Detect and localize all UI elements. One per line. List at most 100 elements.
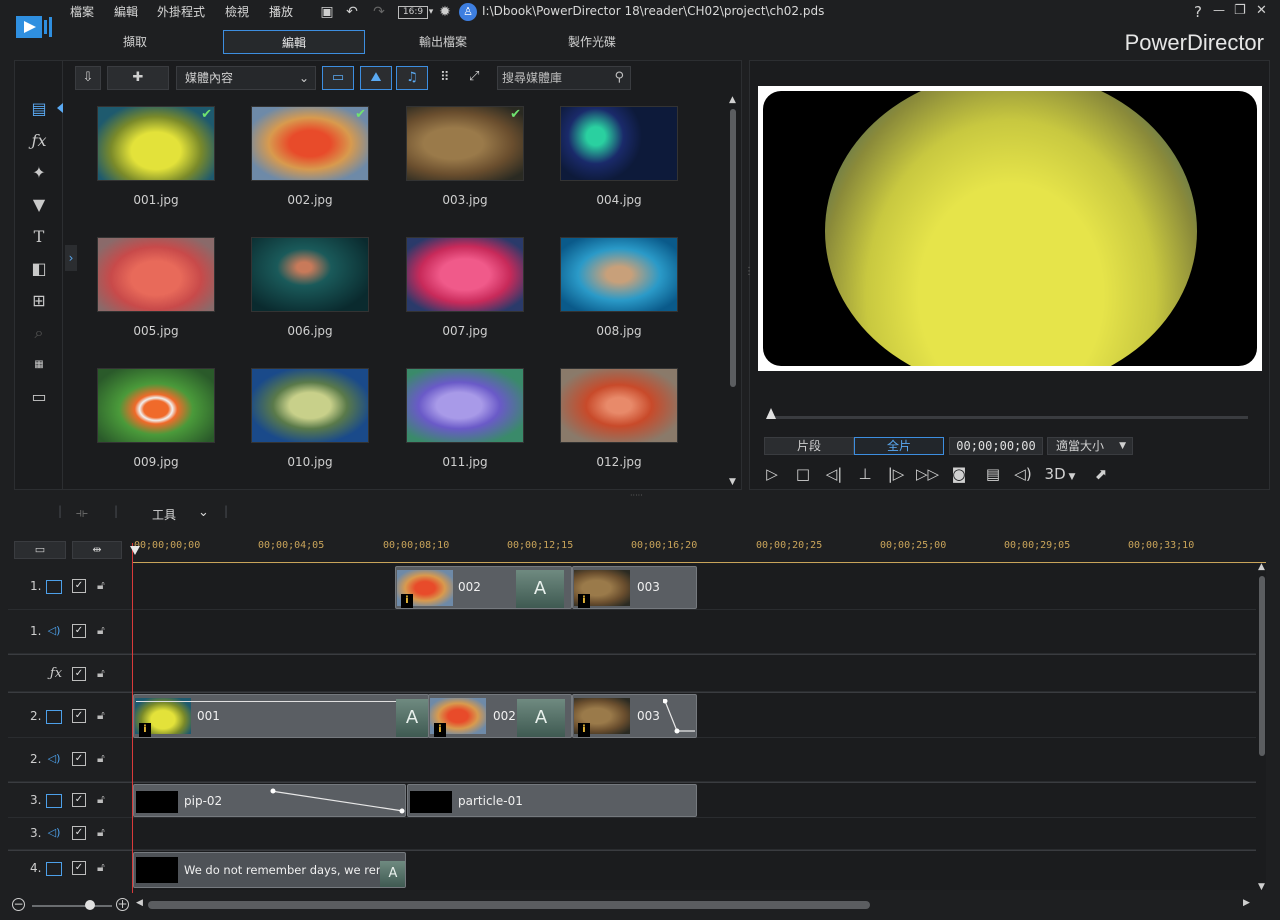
transition-icon[interactable]: A — [516, 570, 564, 608]
track-enable-checkbox[interactable]: ✓ — [72, 709, 86, 723]
library-search-input[interactable]: 搜尋媒體庫 ⚲ — [497, 66, 631, 90]
media-content-dropdown[interactable]: 媒體內容 ⌄ — [176, 66, 316, 90]
scrollbar-thumb[interactable] — [1259, 576, 1265, 756]
splitter-handle[interactable]: ····· — [630, 491, 643, 500]
timecode-field[interactable]: 00;00;00;00 — [949, 437, 1043, 455]
menu-edit[interactable]: 編輯 — [114, 3, 138, 20]
snapshot-icon[interactable]: ◙ — [948, 463, 970, 485]
clip-mode-button[interactable]: 片段 — [764, 437, 854, 455]
scroll-up-icon[interactable]: ▲ — [729, 95, 736, 105]
zoom-out-icon[interactable]: − — [12, 898, 25, 911]
timeline-clip[interactable]: We do not remember days, we remember mom… — [133, 852, 406, 888]
track-enable-checkbox[interactable]: ✓ — [72, 624, 86, 638]
redo-icon[interactable]: ↷ — [370, 3, 388, 21]
expand-panel-button[interactable]: › — [65, 245, 77, 271]
lock-icon[interactable]: 🔓︎ — [97, 792, 105, 807]
tab-edit[interactable]: 編輯 — [223, 30, 365, 54]
zoom-in-icon[interactable]: + — [116, 898, 129, 911]
playhead[interactable] — [132, 543, 133, 893]
panel-resize-handle[interactable]: ⋮ — [744, 266, 754, 277]
track-enable-checkbox[interactable]: ✓ — [72, 752, 86, 766]
track-enable-checkbox[interactable]: ✓ — [72, 861, 86, 875]
track-manager-button[interactable]: ▭ — [14, 541, 66, 559]
timeline-ruler[interactable]: ▭ ⇹ 00;00;00;00 00;00;04;05 00;00;08;10 … — [0, 538, 1280, 564]
fast-forward-icon[interactable]: ▷▷ — [916, 463, 939, 485]
scroll-up-icon[interactable]: ▲ — [1258, 562, 1265, 572]
plugins-button[interactable]: ✚ — [107, 66, 169, 90]
timeline-clip[interactable]: particle-01 — [407, 784, 697, 817]
zoom-slider[interactable] — [32, 905, 112, 907]
lock-icon[interactable]: 🔓︎ — [97, 708, 105, 723]
view-grid-icon[interactable]: ⠿ — [440, 70, 450, 85]
title-room-icon[interactable]: T — [27, 226, 51, 248]
undo-icon[interactable]: ↶ — [343, 3, 361, 21]
media-thumb-011[interactable] — [406, 368, 524, 443]
play-icon[interactable]: ▷ — [761, 463, 783, 485]
scrollbar-thumb[interactable] — [730, 109, 736, 387]
filter-video-button[interactable]: ▭ — [322, 66, 354, 90]
expand-icon[interactable]: ⤢ — [469, 69, 479, 84]
lock-icon[interactable]: 🔓︎ — [97, 860, 105, 875]
scroll-down-icon[interactable]: ▼ — [729, 477, 736, 487]
scroll-right-icon[interactable]: ▶ — [1243, 898, 1250, 908]
menu-plugins[interactable]: 外掛程式 — [157, 3, 205, 20]
lock-icon[interactable]: 🔓︎ — [97, 578, 105, 593]
previous-frame-icon[interactable]: ◁| — [823, 463, 845, 485]
transition-room-icon[interactable]: ◧ — [27, 258, 51, 280]
track-enable-checkbox[interactable]: ✓ — [72, 579, 86, 593]
menu-file[interactable]: 檔案 — [70, 3, 94, 20]
tab-produce[interactable]: 輸出檔案 — [372, 30, 514, 54]
filter-audio-button[interactable]: ♫ — [396, 66, 428, 90]
menu-playback[interactable]: 播放 — [269, 3, 293, 20]
lock-icon[interactable]: 🔓︎ — [97, 825, 105, 840]
audio-mixing-room-icon[interactable]: ⊞ — [27, 290, 51, 312]
volume-keyframe-line[interactable] — [269, 785, 406, 817]
keyframe-icon[interactable]: ⟛ — [76, 506, 88, 521]
split-icon[interactable]: ⊥ — [854, 463, 876, 485]
chevron-down-icon[interactable]: ⌄ — [198, 505, 209, 520]
timeline-clip[interactable]: i 003 — [572, 566, 697, 609]
track-enable-checkbox[interactable]: ✓ — [72, 667, 86, 681]
media-thumb-009[interactable] — [97, 368, 215, 443]
undock-preview-icon[interactable]: ⬈ — [1090, 463, 1112, 485]
restore-button[interactable]: ❐ — [1234, 3, 1246, 18]
preview-screen[interactable] — [758, 86, 1262, 371]
lock-icon[interactable]: 🔓︎ — [97, 666, 105, 681]
timeline-clip[interactable]: i 002 A — [395, 566, 572, 609]
particle-room-icon[interactable]: ▼ — [27, 194, 51, 216]
track-enable-checkbox[interactable]: ✓ — [72, 826, 86, 840]
voiceover-room-icon[interactable]: ⌕ — [27, 322, 51, 344]
import-media-button[interactable]: ⇩ — [75, 66, 101, 90]
minimize-button[interactable]: — — [1213, 3, 1225, 17]
lock-icon[interactable]: 🔓︎ — [97, 751, 105, 766]
pip-room-icon[interactable]: ✦ — [27, 162, 51, 184]
subtitle-icon[interactable]: ▤ — [982, 463, 1004, 485]
menu-view[interactable]: 檢視 — [225, 3, 249, 20]
effects-room-icon[interactable]: ƒx — [27, 130, 51, 152]
timeline-clip[interactable]: i 003 — [572, 694, 697, 738]
close-button[interactable]: ✕ — [1256, 3, 1267, 18]
scroll-left-icon[interactable]: ◀ — [136, 898, 143, 908]
lock-icon[interactable]: 🔓︎ — [97, 623, 105, 638]
library-scrollbar[interactable]: ▲ ▼ — [729, 95, 737, 489]
transition-icon[interactable]: A — [517, 699, 565, 737]
help-button[interactable]: ? — [1194, 3, 1202, 21]
media-thumb-001[interactable]: ✔ — [97, 106, 215, 181]
timeline-horizontal-scrollbar[interactable] — [148, 901, 870, 909]
subtitle-room-icon[interactable]: ▭ — [27, 386, 51, 408]
media-thumb-004[interactable] — [560, 106, 678, 181]
timeline-clip[interactable]: i 002 A — [428, 694, 572, 738]
account-icon[interactable]: ♙ — [459, 3, 477, 21]
fit-timeline-button[interactable]: ⇹ — [72, 541, 122, 559]
track-enable-checkbox[interactable]: ✓ — [72, 793, 86, 807]
media-thumb-006[interactable] — [251, 237, 369, 312]
media-thumb-012[interactable] — [560, 368, 678, 443]
timeline-clip[interactable]: pip-02 — [133, 784, 406, 817]
tools-menu-label[interactable]: 工具 — [152, 506, 176, 523]
stop-icon[interactable]: □ — [792, 463, 814, 485]
save-icon[interactable]: ▣ — [318, 3, 336, 21]
playhead-handle[interactable] — [130, 546, 140, 555]
seek-handle[interactable] — [766, 408, 776, 419]
media-thumb-003[interactable]: ✔ — [406, 106, 524, 181]
media-room-icon[interactable]: ▤ — [27, 98, 51, 120]
